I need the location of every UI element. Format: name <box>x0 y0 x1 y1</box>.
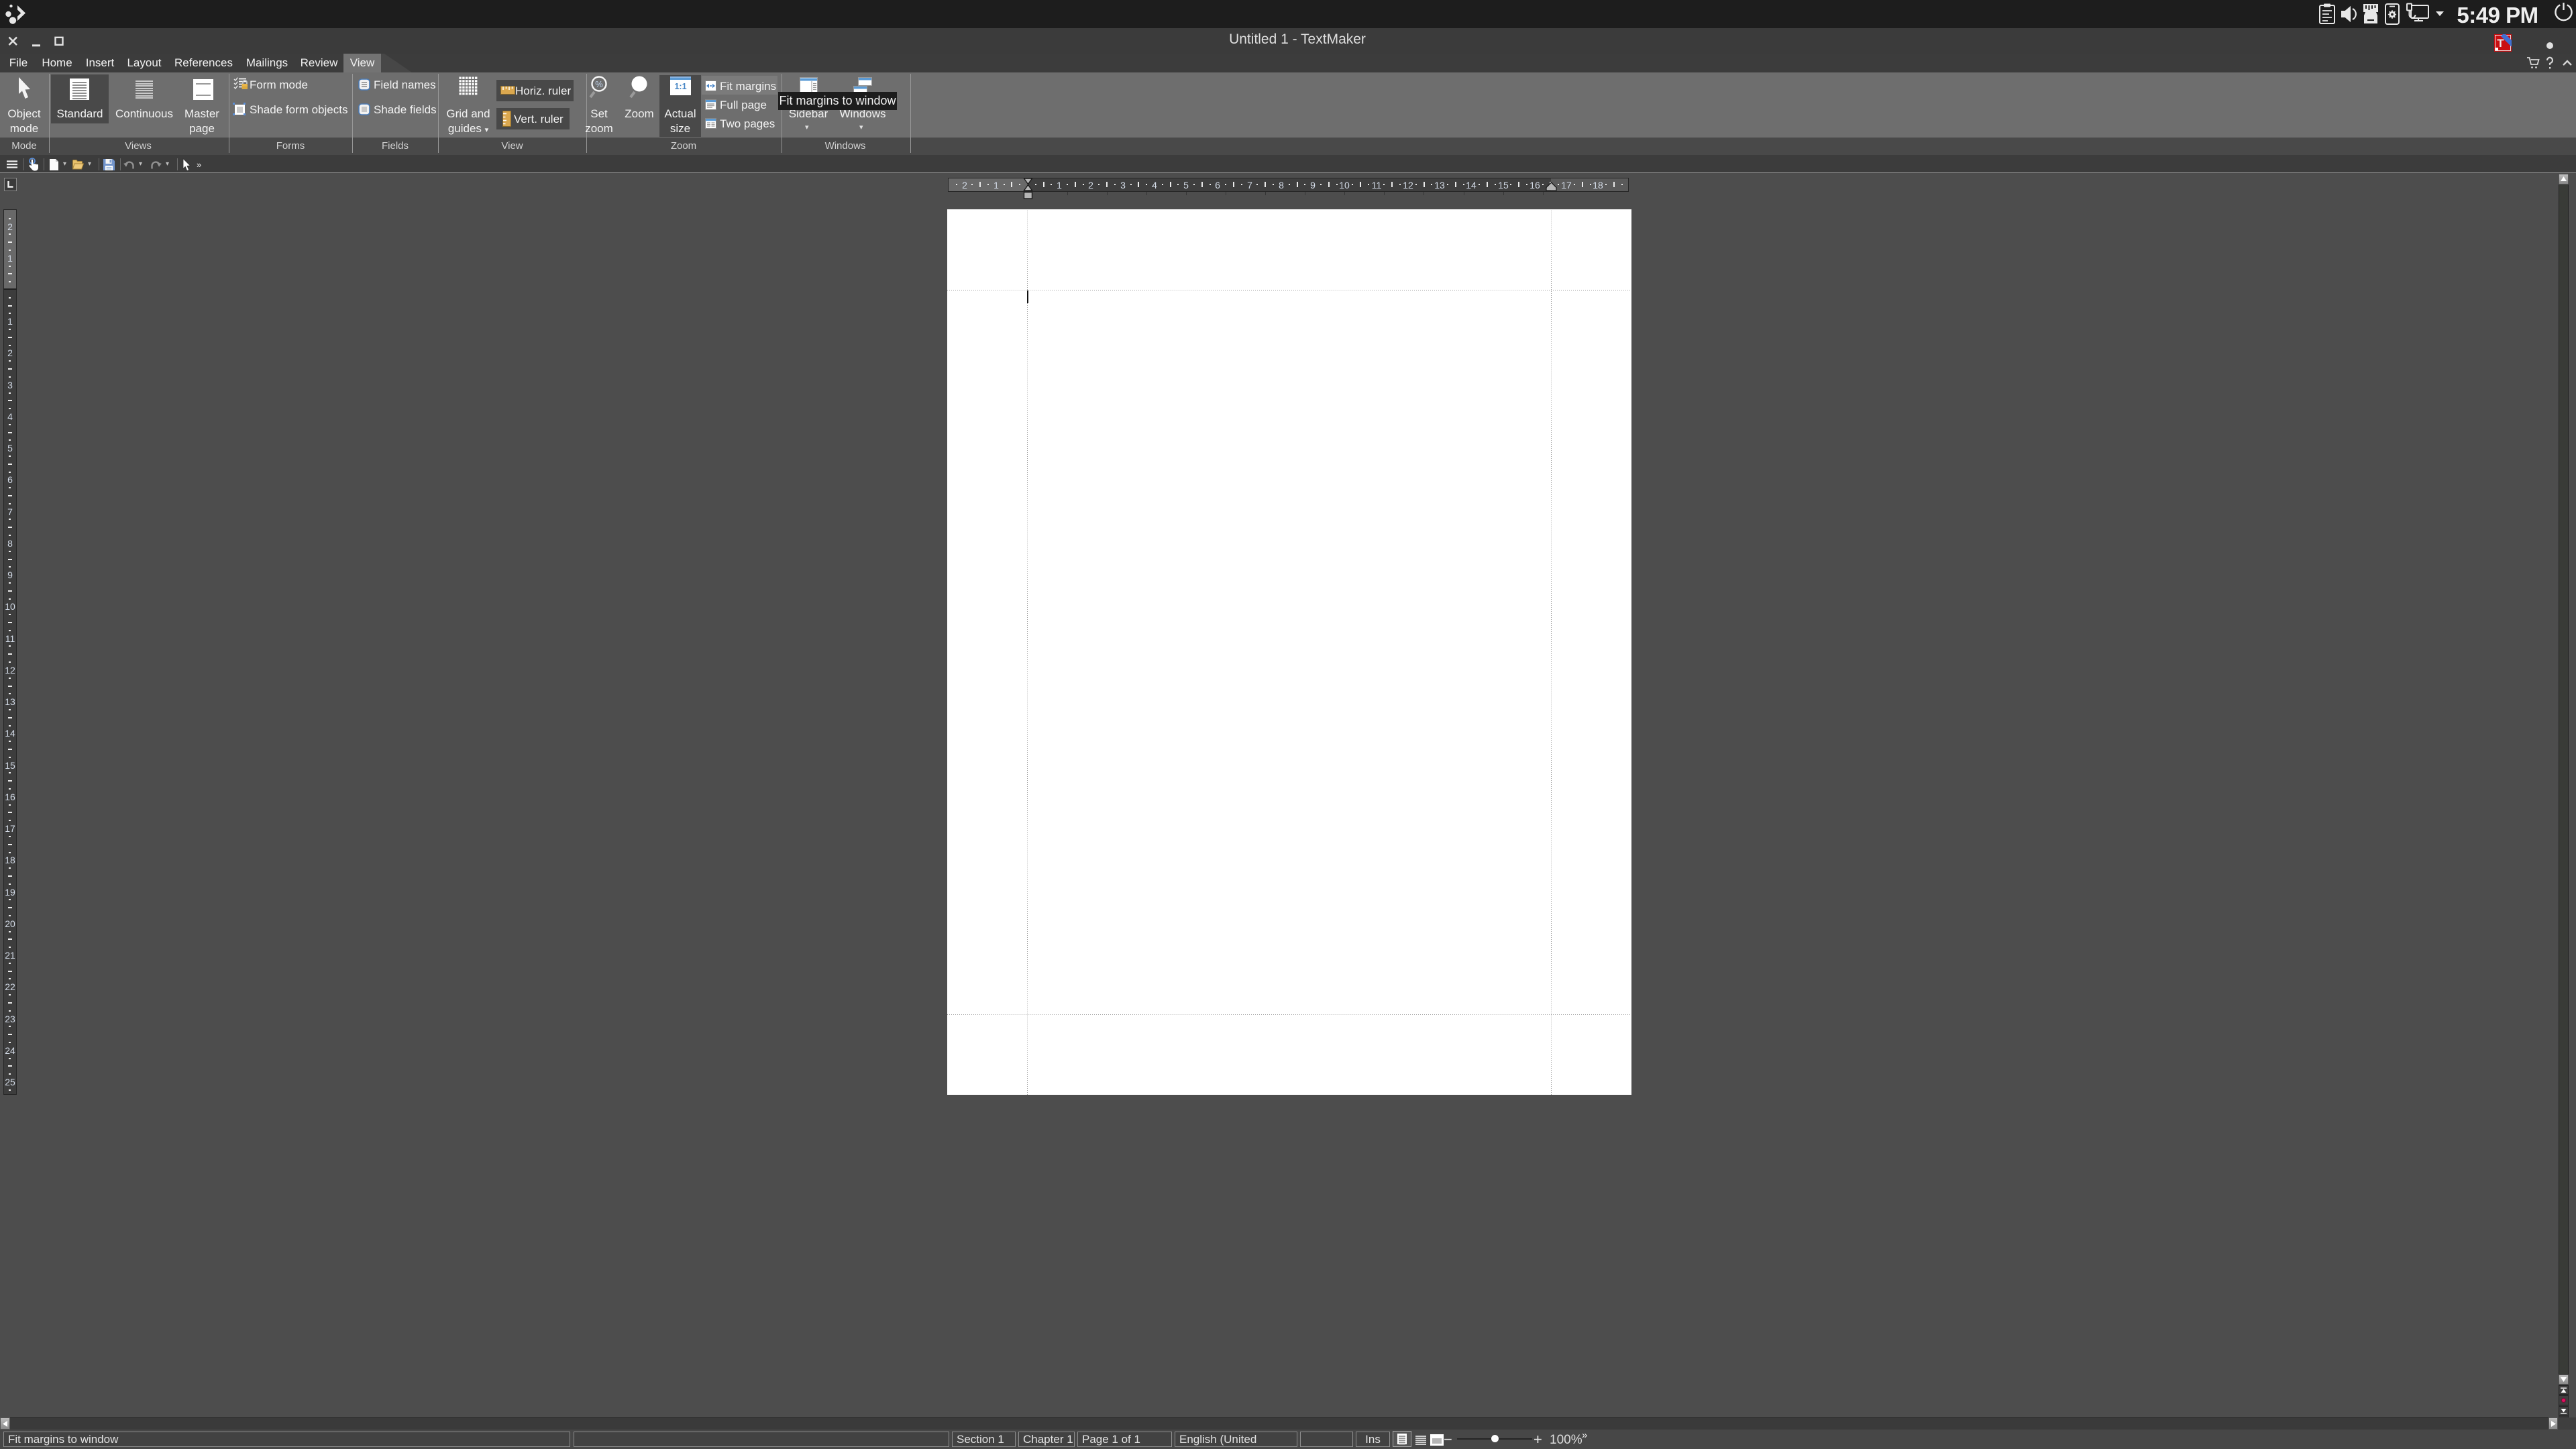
svg-text:%: % <box>595 79 603 89</box>
